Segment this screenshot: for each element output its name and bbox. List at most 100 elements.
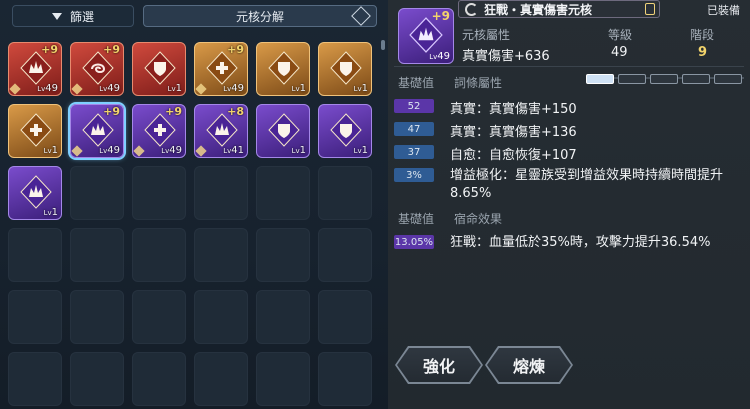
stat-value-badge: 52 bbox=[394, 99, 434, 113]
slider-segment[interactable] bbox=[618, 74, 646, 84]
core-slot[interactable]: Lv1 bbox=[256, 104, 310, 158]
slider-segment[interactable] bbox=[682, 74, 710, 84]
core-level: Lv41 bbox=[223, 145, 244, 156]
fate-row: 13.05% 狂戰：血量低於35%時，攻擊力提升36.54% bbox=[394, 233, 710, 251]
core-crown-icon bbox=[20, 51, 52, 85]
empty-slot[interactable] bbox=[318, 228, 372, 282]
star-icon bbox=[195, 145, 207, 157]
equipped-label: 已裝備 bbox=[707, 4, 740, 17]
empty-slot[interactable] bbox=[132, 290, 186, 344]
empty-slot[interactable] bbox=[132, 228, 186, 282]
core-shield-icon bbox=[268, 51, 300, 85]
fate-value-badge: 13.05% bbox=[394, 235, 434, 249]
empty-slot[interactable] bbox=[194, 228, 248, 282]
decompose-tab[interactable]: 元核分解 bbox=[143, 5, 377, 27]
core-shield-icon bbox=[144, 51, 176, 85]
stat-row: 47 真實：真實傷害+136 bbox=[394, 120, 577, 140]
core-slot[interactable]: Lv1 bbox=[8, 166, 62, 220]
core-slot[interactable]: +9 Lv49 bbox=[8, 42, 62, 96]
empty-slot[interactable] bbox=[256, 290, 310, 344]
empty-slot[interactable] bbox=[70, 228, 124, 282]
stat-row: 3% 增益極化：星靈族受到增益效果時持續時間提升8.65% bbox=[394, 166, 723, 201]
refine-button[interactable]: 熔煉 bbox=[487, 348, 571, 382]
core-crown-icon bbox=[82, 113, 114, 147]
empty-slot[interactable] bbox=[194, 352, 248, 406]
empty-slot[interactable] bbox=[70, 166, 124, 220]
core-level: Lv1 bbox=[291, 145, 306, 156]
empty-slot[interactable] bbox=[132, 352, 186, 406]
filter-tab-label: 篩選 bbox=[69, 9, 94, 24]
empty-slot[interactable] bbox=[132, 166, 186, 220]
core-slot[interactable]: Lv1 bbox=[256, 42, 310, 96]
enhance-button[interactable]: 強化 bbox=[397, 348, 481, 382]
empty-slot[interactable] bbox=[8, 352, 62, 406]
empty-slot[interactable] bbox=[256, 166, 310, 220]
core-slot[interactable]: Lv1 bbox=[8, 104, 62, 158]
empty-slot[interactable] bbox=[194, 290, 248, 344]
empty-slot[interactable] bbox=[194, 166, 248, 220]
core-slot[interactable]: Lv1 bbox=[318, 104, 372, 158]
core-level: Lv49 bbox=[161, 145, 182, 156]
decompose-icon bbox=[351, 6, 371, 26]
base-value-label: 基礎值 bbox=[398, 76, 435, 90]
base-value-label: 基礎值 bbox=[398, 212, 435, 226]
core-slot[interactable]: +9 Lv49 bbox=[132, 104, 186, 158]
core-slot[interactable]: +9 Lv49 bbox=[70, 104, 124, 158]
lock-icon[interactable] bbox=[645, 3, 655, 15]
core-swirl-icon bbox=[82, 51, 114, 85]
core-plus-level: +9 bbox=[103, 43, 120, 56]
core-level: Lv49 bbox=[223, 83, 244, 94]
slider-segment[interactable] bbox=[650, 74, 678, 84]
empty-slot[interactable] bbox=[70, 290, 124, 344]
star-icon bbox=[71, 83, 83, 95]
affix-level-slider[interactable] bbox=[586, 72, 744, 84]
stat-row: 37 自愈：自愈恢復+107 bbox=[394, 143, 577, 163]
filter-tab[interactable]: 篩選 bbox=[12, 5, 134, 27]
divider bbox=[394, 66, 744, 67]
empty-slot[interactable] bbox=[318, 352, 372, 406]
empty-slot[interactable] bbox=[256, 228, 310, 282]
empty-slot[interactable] bbox=[8, 228, 62, 282]
star-icon bbox=[195, 83, 207, 95]
stat-text: 自愈：自愈恢復+107 bbox=[450, 148, 577, 163]
inventory-panel: 篩選 元核分解 +9 Lv49 +9 Lv49 Lv1 +9 Lv49 Lv1 Lv1 Lv1 +9… bbox=[0, 0, 389, 409]
detail-panel: +9 Lv49 狂戰・真實傷害元核 已裝備 元核屬性 等級 階段 真實傷害+63… bbox=[388, 0, 750, 409]
stat-text: 增益極化：星靈族受到增益效果時持續時間提升8.65% bbox=[450, 168, 724, 201]
stat-value-badge: 3% bbox=[394, 168, 434, 182]
slider-segment[interactable] bbox=[586, 74, 614, 84]
core-crown-icon bbox=[206, 113, 238, 147]
selected-core-plus: +9 bbox=[431, 9, 450, 23]
core-slot[interactable]: +9 Lv49 bbox=[194, 42, 248, 96]
slider-segment[interactable] bbox=[714, 74, 742, 84]
empty-slot[interactable] bbox=[70, 352, 124, 406]
fate-text: 狂戰：血量低於35%時，攻擊力提升36.54% bbox=[450, 235, 711, 250]
attr-value: 真實傷害+636 bbox=[462, 49, 550, 64]
core-slot[interactable]: Lv1 bbox=[132, 42, 186, 96]
stat-row: 52 真實：真實傷害+150 bbox=[394, 97, 577, 117]
core-slot[interactable]: +9 Lv49 bbox=[70, 42, 124, 96]
empty-slot[interactable] bbox=[318, 290, 372, 344]
core-level: Lv1 bbox=[43, 207, 58, 218]
scrollbar[interactable] bbox=[381, 40, 385, 50]
attr-section-label: 詞條屬性 bbox=[454, 76, 503, 90]
empty-slot[interactable] bbox=[318, 166, 372, 220]
empty-slot[interactable] bbox=[8, 290, 62, 344]
core-level: Lv1 bbox=[291, 83, 306, 94]
core-shield-icon bbox=[330, 51, 362, 85]
level-value: 49 bbox=[611, 45, 628, 60]
core-plus-level: +9 bbox=[165, 105, 182, 118]
swap-icon[interactable] bbox=[465, 2, 478, 16]
attr-header: 元核屬性 bbox=[462, 28, 511, 42]
core-level: Lv1 bbox=[353, 145, 368, 156]
star-icon bbox=[9, 83, 21, 95]
empty-slot[interactable] bbox=[256, 352, 310, 406]
core-cross-icon bbox=[206, 51, 238, 85]
core-level: Lv49 bbox=[99, 145, 120, 156]
level-header: 等級 bbox=[608, 28, 633, 42]
core-slot[interactable]: +8 Lv41 bbox=[194, 104, 248, 158]
core-plus-level: +9 bbox=[227, 43, 244, 56]
stat-value-badge: 37 bbox=[394, 145, 434, 159]
star-icon bbox=[71, 145, 83, 157]
core-cross-icon bbox=[20, 113, 52, 147]
core-slot[interactable]: Lv1 bbox=[318, 42, 372, 96]
